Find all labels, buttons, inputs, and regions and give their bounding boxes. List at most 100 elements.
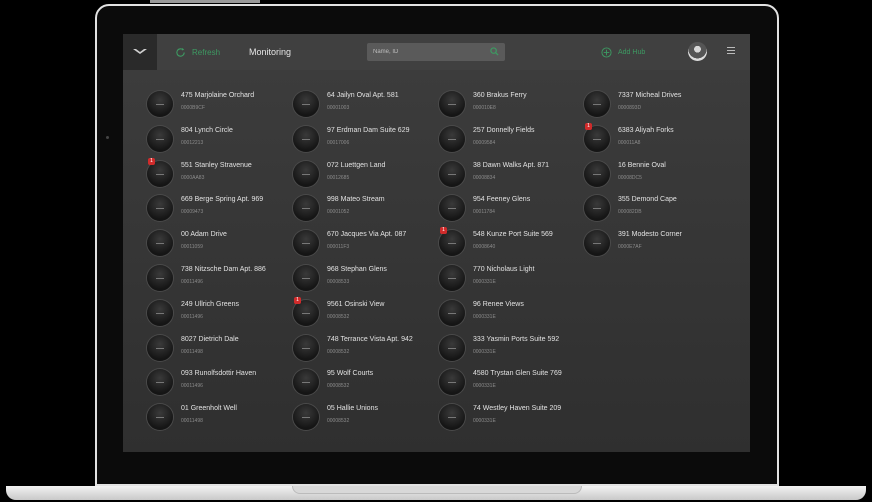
hub-item[interactable]: 01 Greenholt Well 00011498 (147, 401, 287, 431)
hub-id: 00001052 (327, 209, 350, 216)
hub-item[interactable]: 97 Erdman Dam Suite 629 00017006 (293, 123, 433, 153)
hub-item[interactable]: 391 Modesto Corner 0000E7AF (584, 227, 724, 257)
hub-id: 00008DC5 (618, 174, 642, 181)
hub-id: 00008532 (327, 348, 350, 355)
search-box[interactable] (367, 43, 505, 61)
hub-device-icon (147, 91, 173, 117)
laptop-notch (292, 486, 582, 494)
hub-id: 00011498 (181, 348, 203, 355)
hub-item[interactable]: 669 Berge Spring Apt. 969 00009473 (147, 192, 287, 222)
page-title: Monitoring (249, 47, 292, 57)
hub-device-icon (293, 334, 319, 361)
hub-id: 0000331E (473, 418, 496, 425)
logo[interactable] (123, 34, 157, 70)
hub-name: 551 Stanley Stravenue (181, 161, 252, 169)
hub-device-icon (439, 334, 465, 361)
hub-id: 00008532 (327, 418, 350, 425)
hub-item[interactable]: 96 Renee Views 0000331E (439, 297, 579, 327)
hub-name: 8027 Dietrich Dale (181, 335, 239, 343)
avatar[interactable] (688, 42, 707, 61)
hub-id: 00011784 (473, 209, 495, 216)
hub-item[interactable]: 257 Donnelly Fields 00009584 (439, 123, 579, 153)
hub-id: 00011059 (181, 244, 203, 251)
hub-name: 770 Nicholaus Light (473, 266, 535, 273)
hub-item[interactable]: 093 Runolfsdottir Haven 00011496 (147, 366, 287, 396)
hub-item[interactable]: 670 Jacques Via Apt. 087 000011F3 (293, 227, 433, 257)
hub-item[interactable]: 748 Terrance Vista Apt. 942 00008532 (293, 332, 433, 362)
search-input[interactable] (367, 49, 477, 55)
hub-item[interactable]: 8027 Dietrich Dale 00011498 (147, 332, 287, 362)
hub-name: 9561 Osinski View (327, 300, 385, 308)
hamburger-menu-icon[interactable] (727, 47, 735, 56)
hub-item[interactable]: 4580 Trystan Glen Suite 769 0000331E (439, 366, 579, 396)
hub-item[interactable]: 64 Jailyn Oval Apt. 581 00001003 (293, 88, 433, 118)
hub-id: 00008640 (473, 244, 496, 251)
hub-device-icon (293, 404, 319, 431)
hub-device-icon (584, 91, 610, 117)
hub-item[interactable]: 05 Hallie Unions 00008532 (293, 401, 433, 431)
app-screen: Refresh Monitoring Add Hub 475 Marjolain… (123, 34, 750, 452)
hub-device-icon (439, 265, 465, 291)
search-icon[interactable] (490, 47, 499, 56)
hub-item[interactable]: 333 Yasmin Ports Suite 592 0000331E (439, 332, 579, 362)
hub-name: 257 Donnelly Fields (473, 126, 535, 134)
alert-badge: 1 (148, 157, 155, 165)
hub-name: 00 Adam Drive (181, 231, 227, 239)
webcam (106, 136, 109, 139)
hub-id: 0000AA83 (181, 174, 205, 181)
hub-id: 0000E7AF (618, 244, 642, 251)
hub-item[interactable]: 475 Marjolaine Orchard 0000B9CF (147, 88, 287, 118)
hub-id: 00009584 (473, 139, 496, 146)
hub-name: 548 Kunze Port Suite 569 (473, 231, 553, 239)
hub-item[interactable]: 360 Brakus Ferry 000010E8 (439, 88, 579, 118)
hub-id: 0000B9CF (181, 105, 205, 111)
hub-item[interactable]: 770 Nicholaus Light 0000331E (439, 262, 579, 292)
alert-badge: 1 (440, 227, 447, 235)
hub-name: 072 Luettgen Land (327, 161, 386, 169)
hub-id: 00009473 (181, 209, 204, 216)
hub-name: 748 Terrance Vista Apt. 942 (327, 335, 413, 343)
hub-item[interactable]: 072 Luettgen Land 00012685 (293, 158, 433, 188)
hub-item[interactable]: 249 Ullrich Greens 00011496 (147, 297, 287, 327)
hub-item[interactable]: 804 Lynch Circle 00012213 (147, 123, 287, 153)
hub-name: 954 Feeney Glens (473, 196, 531, 204)
hub-id: 00008532 (327, 383, 350, 390)
hub-item[interactable]: 954 Feeney Glens 00011784 (439, 192, 579, 222)
refresh-button[interactable]: Refresh (175, 47, 220, 58)
hub-item[interactable]: 355 Demond Cape 000082DB (584, 192, 724, 222)
hub-name: 968 Stephan Glens (327, 266, 387, 273)
hub-item[interactable]: 1 551 Stanley Stravenue 0000AA83 (147, 157, 287, 188)
add-hub-button[interactable]: Add Hub (601, 47, 645, 58)
hub-grid: 475 Marjolaine Orchard 0000B9CF 804 Lynch … (147, 88, 747, 438)
hub-item[interactable]: 1 9561 Osinski View 00008532 (293, 296, 433, 327)
hub-item[interactable]: 95 Wolf Courts 00008532 (293, 366, 433, 396)
hub-id: 00017006 (327, 139, 350, 146)
hub-item[interactable]: 968 Stephan Glens 00008533 (293, 262, 433, 292)
hub-id: 00012685 (327, 174, 350, 181)
hub-device-icon (584, 160, 610, 187)
hub-device-icon (293, 125, 319, 152)
hub-id: 00011496 (181, 383, 203, 390)
hub-name: 669 Berge Spring Apt. 969 (181, 196, 264, 204)
hub-item[interactable]: 738 Nitzsche Dam Apt. 886 00011496 (147, 262, 287, 292)
hub-device-icon (147, 195, 173, 222)
hub-item[interactable]: 16 Bennie Oval 00008DC5 (584, 158, 724, 188)
hub-name: 97 Erdman Dam Suite 629 (327, 126, 410, 134)
add-circle-icon (601, 47, 612, 58)
hub-item[interactable]: 1 6383 Aliyah Forks 000011A8 (584, 122, 724, 153)
hub-item[interactable]: 1 548 Kunze Port Suite 569 00008640 (439, 227, 579, 257)
hub-item[interactable]: 38 Dawn Walks Apt. 871 00008834 (439, 158, 579, 188)
hub-id: 0000331E (473, 348, 496, 355)
hub-name: 360 Brakus Ferry (473, 92, 527, 99)
hub-id: 0000331E (473, 313, 496, 320)
hub-id: 00011496 (181, 279, 203, 285)
hub-name: 64 Jailyn Oval Apt. 581 (327, 92, 399, 99)
hub-device-icon (584, 195, 610, 222)
hub-item[interactable]: 7337 Micheal Drives 0000893D (584, 88, 724, 118)
hub-item[interactable]: 998 Mateo Stream 00001052 (293, 192, 433, 222)
hub-name: 38 Dawn Walks Apt. 871 (473, 161, 550, 169)
hub-item[interactable]: 00 Adam Drive 00011059 (147, 227, 287, 257)
refresh-icon (176, 47, 185, 57)
hub-id: 00008533 (327, 279, 350, 285)
hub-item[interactable]: 74 Westley Haven Suite 209 0000331E (439, 401, 579, 431)
